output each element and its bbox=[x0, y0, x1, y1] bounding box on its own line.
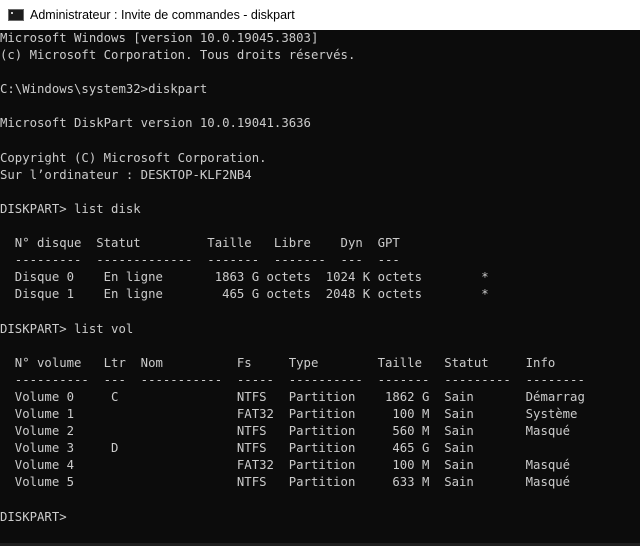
console-line: DISKPART> list disk bbox=[0, 201, 141, 216]
console-line: N° disque Statut Taille Libre Dyn GPT bbox=[0, 236, 400, 251]
title-bar[interactable]: Administrateur : Invite de commandes - d… bbox=[0, 0, 640, 30]
console-line: Volume 5 NTFS Partition 633 M Sain Masqu… bbox=[0, 475, 571, 490]
console-line: (c) Microsoft Corporation. Tous droits r… bbox=[0, 48, 356, 63]
console-line: Sur l’ordinateur : DESKTOP-KLF2NB4 bbox=[0, 167, 252, 182]
console-output[interactable]: Microsoft Windows [version 10.0.19045.38… bbox=[0, 30, 640, 546]
cmd-icon bbox=[8, 9, 24, 21]
console-line: Disque 0 En ligne 1863 G octets 1024 K o… bbox=[0, 270, 489, 285]
console-line: N° volume Ltr Nom Fs Type Taille Statut … bbox=[0, 355, 556, 370]
console-line: Microsoft DiskPart version 10.0.19041.36… bbox=[0, 116, 311, 131]
console-line: Volume 1 FAT32 Partition 100 M Sain Syst… bbox=[0, 407, 578, 422]
console-line: Volume 3 D NTFS Partition 465 G Sain bbox=[0, 441, 474, 456]
console-prompt: DISKPART> bbox=[0, 509, 67, 524]
console-line: Volume 2 NTFS Partition 560 M Sain Masqu… bbox=[0, 424, 571, 439]
console-line: Disque 1 En ligne 465 G octets 2048 K oc… bbox=[0, 287, 489, 302]
console-line: Volume 4 FAT32 Partition 100 M Sain Masq… bbox=[0, 458, 571, 473]
console-line: ---------- --- ----------- ----- -------… bbox=[0, 372, 585, 387]
console-line: --------- ------------- ------- ------- … bbox=[0, 253, 400, 268]
command-prompt-window[interactable]: Administrateur : Invite de commandes - d… bbox=[0, 0, 640, 546]
console-line: Volume 0 C NTFS Partition 1862 G Sain Dé… bbox=[0, 389, 585, 404]
console-line: DISKPART> list vol bbox=[0, 321, 134, 336]
window-title: Administrateur : Invite de commandes - d… bbox=[30, 8, 295, 22]
console-line: C:\Windows\system32>diskpart bbox=[0, 82, 208, 97]
console-line: Copyright (C) Microsoft Corporation. bbox=[0, 150, 267, 165]
console-line: Microsoft Windows [version 10.0.19045.38… bbox=[0, 31, 319, 45]
